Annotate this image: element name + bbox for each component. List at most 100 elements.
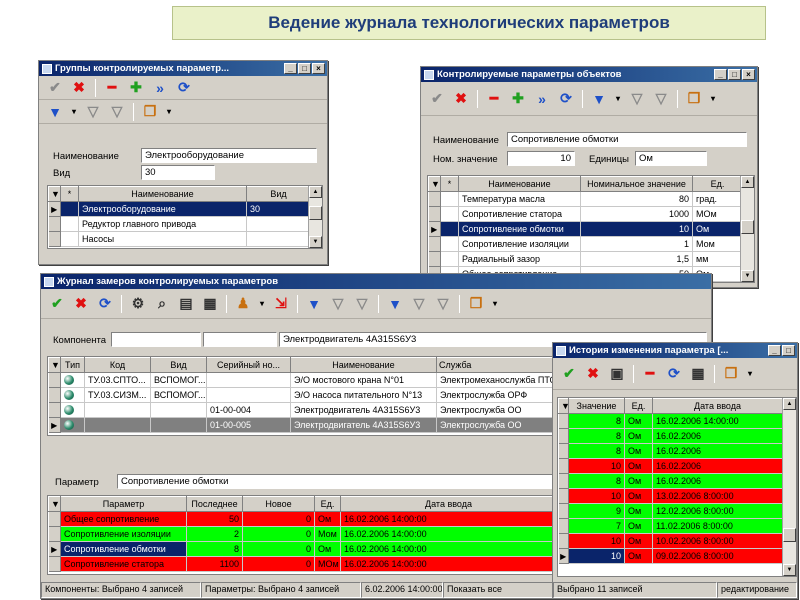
- table-row[interactable]: ▶ Электрооборудование 30: [48, 201, 311, 217]
- close-button[interactable]: ×: [312, 63, 325, 74]
- column-header[interactable]: Тип: [60, 357, 85, 373]
- refresh-icon[interactable]: ⟳: [95, 294, 115, 314]
- filter-icon[interactable]: ▼: [589, 89, 609, 109]
- grid-corner-filter-icon[interactable]: ▼: [558, 398, 569, 414]
- windows-dropdown-icon[interactable]: ▾: [745, 364, 755, 384]
- cancel-x-icon[interactable]: ✖: [583, 364, 603, 384]
- windows-dropdown-icon[interactable]: ▾: [164, 102, 174, 122]
- nominal-value-field[interactable]: 10: [507, 151, 575, 166]
- table-row[interactable]: 8 Ом 16.02.2006: [558, 473, 783, 489]
- column-header[interactable]: Последнее: [186, 496, 243, 512]
- user-dropdown-icon[interactable]: ▾: [257, 294, 267, 314]
- windows-icon[interactable]: ❐: [721, 364, 741, 384]
- units-field[interactable]: Ом: [635, 151, 707, 166]
- windows-icon[interactable]: ❐: [466, 294, 486, 314]
- delete-minus-icon[interactable]: ━: [640, 364, 660, 384]
- scroll-down-arrow-icon[interactable]: ▼: [783, 564, 796, 576]
- column-header[interactable]: Вид: [246, 186, 311, 202]
- column-header[interactable]: Дата ввода: [340, 496, 554, 512]
- table-row[interactable]: 8 Ом 16.02.2006: [558, 443, 783, 459]
- table-row[interactable]: 10 Ом 10.02.2006 8:00:00: [558, 533, 783, 549]
- filter-icon[interactable]: ▼: [45, 102, 65, 122]
- param-field[interactable]: Сопротивление обмотки: [117, 474, 555, 489]
- table-row[interactable]: 8 Ом 16.02.2006 14:00:00: [558, 413, 783, 429]
- column-header[interactable]: Наименование: [78, 186, 247, 202]
- scroll-up-arrow-icon[interactable]: ▲: [741, 176, 754, 188]
- maximize-button[interactable]: □: [728, 69, 741, 80]
- group-name-field[interactable]: Электрооборудование: [141, 148, 317, 163]
- filter-next-icon[interactable]: ▽: [409, 294, 429, 314]
- column-header[interactable]: Наименование: [290, 357, 437, 373]
- column-header[interactable]: *: [440, 176, 459, 192]
- table-row[interactable]: Сопротивление статора 1100 0 МОм 16.02.2…: [48, 556, 554, 572]
- scroll-thumb[interactable]: [741, 220, 754, 234]
- cell[interactable]: 0: [242, 511, 315, 527]
- scroll-up-arrow-icon[interactable]: ▲: [309, 186, 322, 198]
- column-header[interactable]: Вид: [150, 357, 207, 373]
- column-header[interactable]: Код: [84, 357, 151, 373]
- table-row[interactable]: 9 Ом 12.02.2006 8:00:00: [558, 503, 783, 519]
- minimize-button[interactable]: _: [284, 63, 297, 74]
- save-icon[interactable]: ▣: [607, 364, 627, 384]
- filter-icon[interactable]: ▼: [304, 294, 324, 314]
- windows-dropdown-icon[interactable]: ▾: [708, 89, 718, 109]
- close-button[interactable]: ×: [742, 69, 755, 80]
- filter-dropdown-icon[interactable]: ▾: [69, 102, 79, 122]
- checkmark-icon[interactable]: ✔: [559, 364, 579, 384]
- scroll-up-arrow-icon[interactable]: ▲: [783, 398, 796, 410]
- add-plus-icon[interactable]: ✚: [126, 78, 146, 98]
- refresh-icon[interactable]: ⟳: [556, 89, 576, 109]
- column-header[interactable]: Ед.: [624, 398, 653, 414]
- filter-clear-icon[interactable]: ▽: [107, 102, 127, 122]
- cell[interactable]: 0: [242, 556, 315, 572]
- column-header[interactable]: Параметр: [60, 496, 187, 512]
- column-header[interactable]: Серийный но...: [206, 357, 291, 373]
- filter-clear-icon[interactable]: ▽: [651, 89, 671, 109]
- table-row[interactable]: Насосы: [48, 231, 311, 247]
- grid-corner-filter-icon[interactable]: ▼: [48, 186, 61, 202]
- params-scrollbar[interactable]: ▲ ▼: [740, 176, 754, 282]
- table-row[interactable]: ▶ Сопротивление обмотки 8 0 Ом 16.02.200…: [48, 541, 554, 557]
- table-row[interactable]: 7 Ом 11.02.2006 8:00:00: [558, 518, 783, 534]
- report-icon[interactable]: ▦: [200, 294, 220, 314]
- table-row[interactable]: Сопротивление изоляции 1 Мом: [428, 236, 743, 252]
- grid-corner-filter-icon[interactable]: ▼: [48, 496, 61, 512]
- column-header[interactable]: Номинальное значение: [580, 176, 693, 192]
- forward-arrows-icon[interactable]: »: [150, 78, 170, 98]
- param-name-field[interactable]: Сопротивление обмотки: [507, 132, 747, 147]
- params-window-titlebar[interactable]: Контролируемые параметры объектов _ □ ×: [421, 67, 757, 82]
- column-header[interactable]: *: [60, 186, 79, 202]
- table-row[interactable]: 8 Ом 16.02.2006: [558, 428, 783, 444]
- grid-corner-filter-icon[interactable]: ▼: [48, 357, 61, 373]
- group-kind-field[interactable]: 30: [141, 165, 215, 180]
- minimize-button[interactable]: _: [768, 345, 781, 356]
- table-row[interactable]: 10 Ом 13.02.2006 8:00:00: [558, 488, 783, 504]
- scroll-down-arrow-icon[interactable]: ▼: [741, 270, 754, 282]
- scroll-thumb[interactable]: [309, 206, 322, 220]
- filter-next-icon[interactable]: ▽: [328, 294, 348, 314]
- filter-next-icon[interactable]: ▽: [627, 89, 647, 109]
- settings-gear-icon[interactable]: ⚙: [128, 294, 148, 314]
- book-icon[interactable]: ▤: [176, 294, 196, 314]
- scroll-thumb[interactable]: [783, 528, 796, 542]
- maximize-button[interactable]: □: [298, 63, 311, 74]
- refresh-icon[interactable]: ⟳: [664, 364, 684, 384]
- cancel-x-icon[interactable]: ✖: [71, 294, 91, 314]
- scroll-down-arrow-icon[interactable]: ▼: [309, 236, 322, 248]
- delete-minus-icon[interactable]: ━: [484, 89, 504, 109]
- cancel-x-icon[interactable]: ✖: [451, 89, 471, 109]
- table-row[interactable]: Редуктор главного привода: [48, 216, 311, 232]
- column-header[interactable]: Новое: [242, 496, 315, 512]
- history-scrollbar[interactable]: ▲ ▼: [782, 398, 796, 576]
- filter-clear-icon[interactable]: ▽: [433, 294, 453, 314]
- column-header[interactable]: Наименование: [458, 176, 581, 192]
- minimize-button[interactable]: _: [714, 69, 727, 80]
- checkmark-icon[interactable]: ✔: [427, 89, 447, 109]
- checkmark-icon[interactable]: ✔: [47, 294, 67, 314]
- column-header[interactable]: Ед.: [314, 496, 341, 512]
- column-header[interactable]: Значение: [568, 398, 625, 414]
- user-icon[interactable]: ♟: [233, 294, 253, 314]
- checkmark-icon[interactable]: ✔: [45, 78, 65, 98]
- table-row[interactable]: Сопротивление изоляции 2 0 Мом 16.02.200…: [48, 526, 554, 542]
- windows-icon[interactable]: ❐: [140, 102, 160, 122]
